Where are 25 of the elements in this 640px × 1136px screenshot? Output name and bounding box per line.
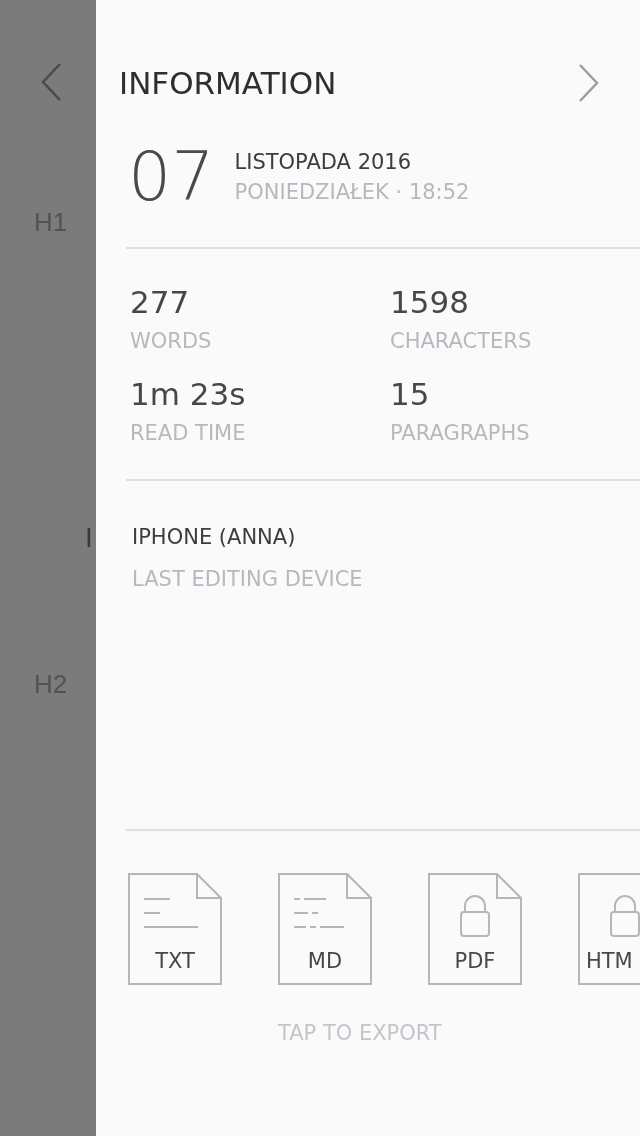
- file-icon: [428, 873, 522, 985]
- month-year: LISTOPADA 2016: [234, 150, 413, 174]
- date-day: 07: [128, 141, 215, 213]
- file-icon: [278, 873, 372, 985]
- back-icon[interactable]: [40, 62, 62, 102]
- stat-label: WORDS: [130, 329, 213, 353]
- export-file-button[interactable]: MD: [278, 873, 372, 985]
- export-file-button[interactable]: TXT: [128, 873, 222, 985]
- body-text: I: [85, 522, 93, 554]
- weekday-time: PONIEDZIAŁEK · 18:52: [234, 180, 470, 204]
- forward-icon[interactable]: [578, 63, 600, 103]
- stat-label: READ TIME: [130, 421, 247, 445]
- panel-title: INFORMATION: [119, 65, 337, 101]
- device-name: IPHONE (ANNA): [132, 525, 297, 549]
- stat-value: 1598: [390, 285, 470, 319]
- stat-value: 277: [130, 285, 191, 319]
- stat-value: 15: [390, 377, 431, 411]
- stat-label: PARAGRAPHS: [390, 421, 531, 445]
- export-file-button[interactable]: PDF: [428, 873, 522, 985]
- stat-label: CHARACTERS: [390, 329, 533, 353]
- file-icon: [128, 873, 222, 985]
- device-label: LAST EDITING DEVICE: [132, 567, 364, 591]
- export-hint: TAP TO EXPORT: [277, 1020, 443, 1045]
- export-file-button[interactable]: HTM: [578, 873, 640, 985]
- stat-value: 1m 23s: [130, 377, 247, 411]
